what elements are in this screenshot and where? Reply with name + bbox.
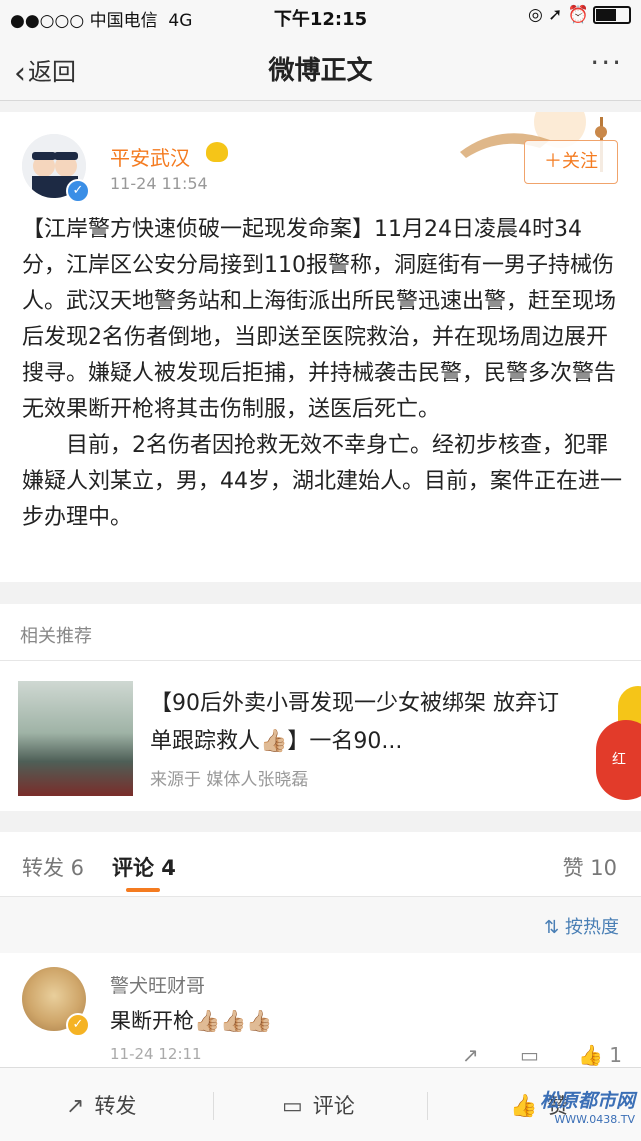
follow-button[interactable]: ＋关注: [524, 140, 618, 184]
commenter-name[interactable]: 警犬旺财哥: [110, 971, 205, 998]
tab-likes[interactable]: 赞 10: [563, 852, 617, 882]
repost-icon: ↗: [66, 1094, 85, 1119]
verified-icon: ✓: [66, 179, 90, 203]
post-paragraph-1: 【江岸警方快速侦破一起现发命案】11月24日凌晨4时34分，江岸区公安分局接到1…: [22, 217, 617, 422]
tab-active-indicator: [126, 888, 160, 892]
reply-icon[interactable]: ▭: [520, 1043, 539, 1067]
comment-time: 11-24 12:11: [110, 1045, 202, 1063]
status-indicators: ◎ ➚ ⏰: [528, 5, 631, 25]
watermark-title: 松原都市网: [539, 1090, 635, 1112]
nav-bar: ‹返回 微博正文 ···: [0, 32, 641, 101]
status-bar: ●●○○○ 中国电信 4G 下午12:15 ◎ ➚ ⏰: [0, 0, 641, 32]
related-item[interactable]: 【90后外卖小哥发现一少女被绑架 放弃订单跟踪救人👍🏼】一名90... 来源于 …: [0, 661, 641, 811]
status-icons: ◎ ➚ ⏰: [527, 5, 589, 25]
related-header: 相关推荐: [0, 604, 641, 661]
related-header-label: 相关推荐: [20, 626, 92, 647]
related-thumbnail: [18, 681, 133, 796]
sort-icon: ⇅: [544, 917, 560, 938]
related-title: 【90后外卖小哥发现一少女被绑架 放弃订单跟踪救人👍🏼】一名90...: [150, 691, 559, 754]
comment-label: 评论: [312, 1094, 355, 1118]
post-time: 11-24 11:54: [110, 174, 208, 193]
tab-comments[interactable]: 评论 4: [112, 852, 176, 882]
comment-like-button[interactable]: 👍 1: [578, 1043, 622, 1067]
watermark-url: WWW.0438.TV: [554, 1113, 635, 1126]
divider: [213, 1092, 214, 1120]
post-body: 【江岸警方快速侦破一起现发命案】11月24日凌晨4时34分，江岸区公安分局接到1…: [22, 212, 622, 536]
comment-icon: ▭: [282, 1094, 303, 1119]
sort-row: ⇅ 按热度: [0, 897, 641, 953]
comment-button[interactable]: ▭ 评论: [282, 1090, 355, 1120]
verified-icon: ✓: [66, 1013, 90, 1037]
repost-button[interactable]: ↗ 转发: [66, 1090, 136, 1120]
post-card: ✓ 平安武汉 11-24 11:54 ＋关注 【江岸警方快速侦破一起现发命案】1…: [0, 112, 641, 582]
sort-button[interactable]: ⇅ 按热度: [544, 913, 619, 939]
repost-label: 转发: [94, 1094, 137, 1118]
more-icon[interactable]: ···: [590, 46, 623, 79]
thumb-up-icon: 👍: [510, 1094, 538, 1119]
battery-icon: [593, 6, 631, 24]
sort-label: 按热度: [565, 917, 619, 938]
divider: [427, 1092, 428, 1120]
crown-icon: [206, 142, 228, 162]
page-title: 微博正文: [268, 56, 373, 86]
comment-text: 果断开枪👍🏼👍🏼👍🏼: [110, 1009, 273, 1033]
comment-item: ✓ 警犬旺财哥 果断开枪👍🏼👍🏼👍🏼 11-24 12:11 ↗ ▭ 👍 1: [0, 953, 641, 1067]
tab-reposts[interactable]: 转发 6: [22, 852, 84, 882]
post-paragraph-2: 目前，2名伤者因抢救无效不幸身亡。经初步核查，犯罪嫌疑人刘某立，男，44岁，湖北…: [22, 433, 622, 530]
share-icon[interactable]: ↗: [462, 1043, 479, 1067]
interaction-tabs: 转发 6 评论 4 赞 10: [0, 832, 641, 897]
watermark: 松原都市网 WWW.0438.TV: [540, 1086, 635, 1126]
related-source: 来源于 媒体人张晓磊: [150, 770, 309, 790]
comment-like-count: 1: [609, 1043, 622, 1067]
red-packet-badge[interactable]: 红: [596, 720, 641, 800]
author-name[interactable]: 平安武汉: [110, 142, 190, 171]
thumb-up-icon: 👍: [578, 1043, 603, 1067]
